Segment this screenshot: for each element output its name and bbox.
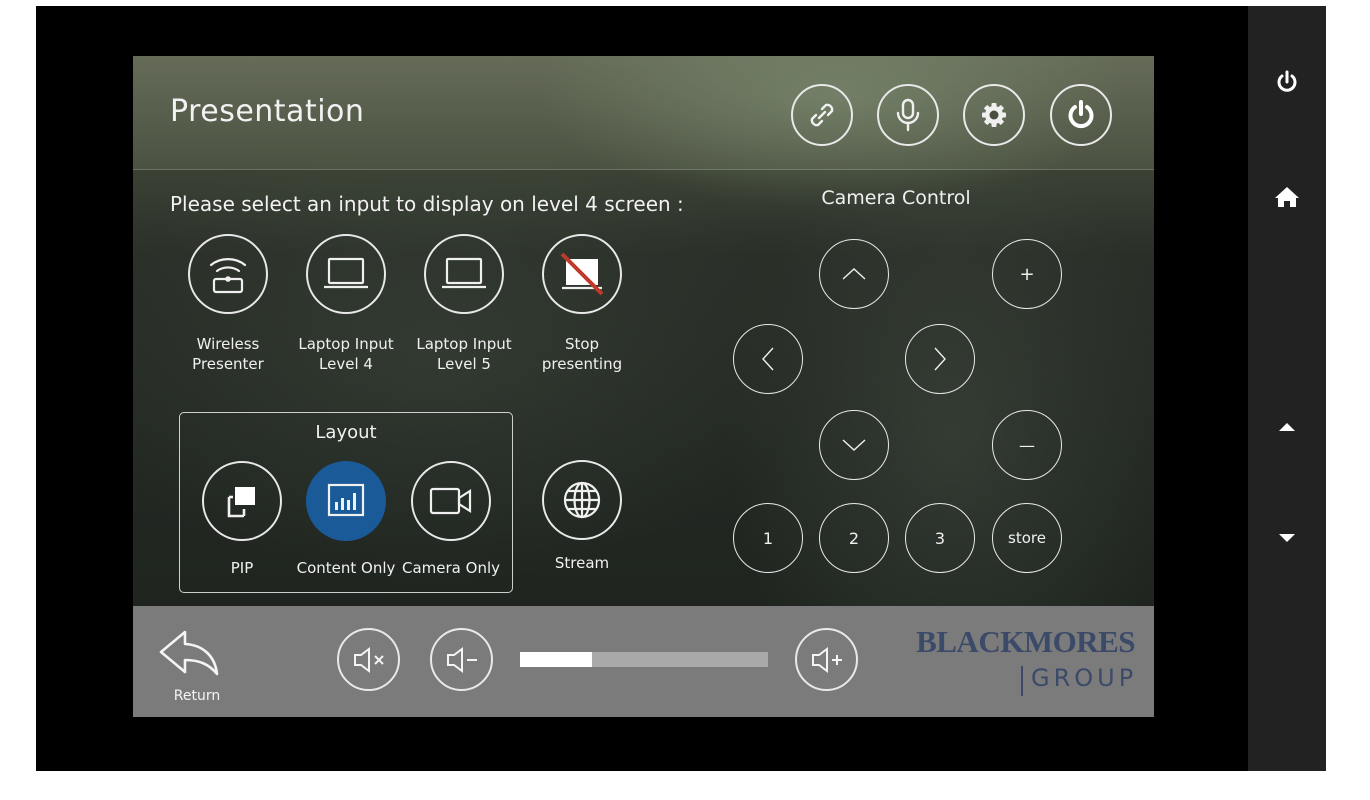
chevron-up-icon	[842, 268, 866, 280]
settings-button[interactable]	[963, 84, 1025, 146]
return-icon	[159, 630, 219, 676]
stop-presenting-icon	[560, 252, 604, 296]
camera-pan-right-button[interactable]	[905, 324, 975, 394]
power-off-button[interactable]	[1050, 84, 1112, 146]
pip-icon	[227, 487, 255, 518]
brand-name: BLACKMORES	[916, 624, 1135, 659]
camera-zoom-out-button[interactable]: —	[992, 410, 1062, 480]
microphone-button[interactable]	[877, 84, 939, 146]
power-icon	[1068, 100, 1094, 129]
stream-label: Stream	[554, 554, 610, 572]
link-icon	[810, 103, 834, 127]
laptop-level4-button[interactable]	[306, 234, 386, 314]
laptop-level5-button[interactable]	[424, 234, 504, 314]
touch-panel-screen: Presentation Please select an input to d…	[133, 56, 1154, 717]
layout-pip-button[interactable]	[202, 461, 282, 541]
wireless-presenter-label: Wireless Presenter	[192, 335, 264, 373]
caret-down-icon	[1279, 534, 1295, 542]
camera-preset-3-button[interactable]: 3	[905, 503, 975, 573]
caret-up-icon	[1279, 423, 1295, 431]
laptop-icon	[442, 257, 486, 289]
camera-pan-left-button[interactable]	[733, 324, 803, 394]
volume-level-fill	[520, 652, 592, 667]
volume-slider[interactable]	[520, 652, 768, 667]
device-up-button[interactable]	[1267, 407, 1307, 447]
chevron-left-icon	[762, 347, 774, 371]
layout-pip-label: PIP	[230, 559, 254, 577]
input-prompt: Please select an input to display on lev…	[170, 192, 684, 216]
link-button[interactable]	[791, 84, 853, 146]
laptop-level5-label: Laptop Input Level 5	[416, 335, 512, 373]
header-divider	[133, 169, 1154, 170]
mute-button[interactable]	[337, 628, 400, 691]
volume-up-button[interactable]	[795, 628, 858, 691]
microphone-icon	[896, 98, 920, 132]
camera-control-title: Camera Control	[821, 187, 971, 209]
device-power-button[interactable]	[1267, 62, 1307, 102]
laptop-icon	[324, 257, 368, 289]
camera-tilt-down-button[interactable]	[819, 410, 889, 480]
speaker-volume-down-icon	[446, 646, 477, 673]
globe-icon	[563, 481, 601, 519]
camera-preset-2-button[interactable]: 2	[819, 503, 889, 573]
device-home-button[interactable]	[1267, 177, 1307, 217]
layout-camera-only-label: Camera Only	[402, 559, 500, 577]
chevron-right-icon	[934, 347, 946, 371]
zoom-out-label: —	[1019, 435, 1035, 455]
return-label: Return	[173, 688, 221, 704]
stop-presenting-button[interactable]	[542, 234, 622, 314]
brand-divider	[1021, 666, 1023, 696]
video-camera-icon	[429, 487, 472, 515]
brand-group: GROUP	[1031, 664, 1138, 692]
camera-zoom-in-button[interactable]: +	[992, 239, 1062, 309]
stop-presenting-label: Stop presenting	[541, 335, 623, 373]
speaker-mute-icon	[353, 646, 384, 673]
wireless-presenter-icon	[209, 258, 247, 294]
chevron-down-icon	[842, 439, 866, 451]
chart-icon	[327, 483, 365, 517]
power-icon	[1277, 70, 1297, 92]
device-sidebar	[1248, 6, 1326, 771]
device-down-button[interactable]	[1267, 518, 1307, 558]
return-button[interactable]: Return	[153, 628, 243, 706]
layout-camera-only-button[interactable]	[411, 461, 491, 541]
layout-title: Layout	[315, 422, 377, 443]
page-title: Presentation	[170, 94, 365, 129]
zoom-in-label: +	[1019, 263, 1035, 285]
home-icon	[1275, 187, 1299, 207]
stream-button[interactable]	[542, 460, 622, 540]
laptop-level4-label: Laptop Input Level 4	[298, 335, 394, 373]
gear-icon	[982, 103, 1006, 127]
speaker-volume-up-icon	[811, 646, 842, 673]
volume-down-button[interactable]	[430, 628, 493, 691]
camera-tilt-up-button[interactable]	[819, 239, 889, 309]
wireless-presenter-button[interactable]	[188, 234, 268, 314]
camera-store-button[interactable]: store	[992, 503, 1062, 573]
layout-content-only-button[interactable]	[306, 461, 386, 541]
layout-content-only-label: Content Only	[296, 559, 396, 577]
camera-preset-1-button[interactable]: 1	[733, 503, 803, 573]
